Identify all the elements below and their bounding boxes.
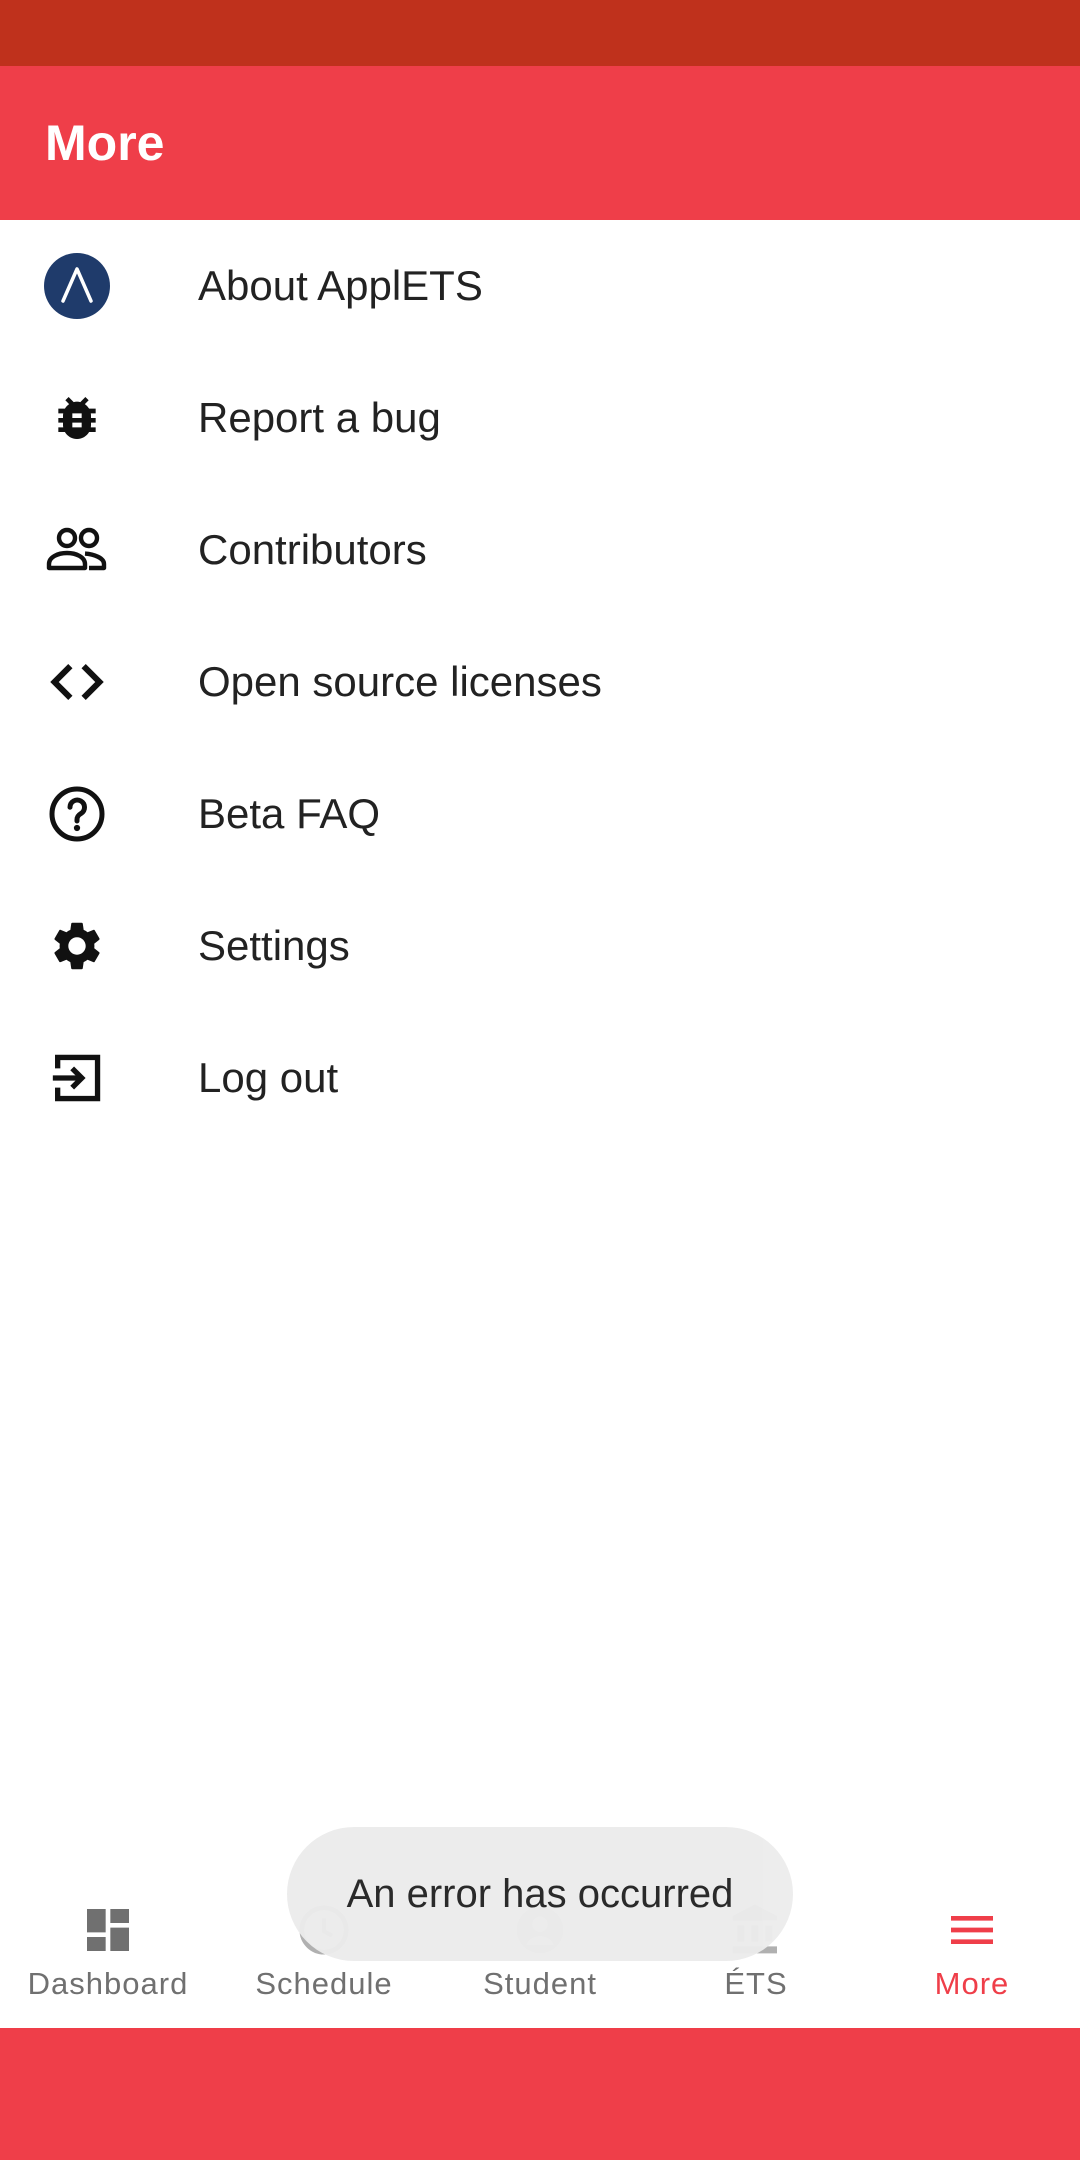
hamburger-menu-icon <box>942 1900 1002 1960</box>
menu-item-about-applets[interactable]: About ApplETS <box>0 220 1080 352</box>
menu-item-label: Report a bug <box>198 394 441 441</box>
nav-item-more[interactable]: More <box>864 1880 1080 2028</box>
menu-item-beta-faq[interactable]: Beta FAQ <box>0 748 1080 880</box>
more-menu-list: About ApplETS Report a bug Contributors <box>0 220 1080 1144</box>
nav-label: Student <box>483 1966 597 2001</box>
menu-item-report-bug[interactable]: Report a bug <box>0 352 1080 484</box>
nav-label: Dashboard <box>27 1966 189 2001</box>
status-bar <box>0 0 1080 66</box>
logout-icon <box>44 1045 110 1111</box>
more-screen: More About ApplETS Report a bug Contribu… <box>0 0 1080 2160</box>
menu-item-open-source-licenses[interactable]: Open source licenses <box>0 616 1080 748</box>
menu-item-label: About ApplETS <box>198 262 483 309</box>
nav-item-dashboard[interactable]: Dashboard <box>0 1880 216 2028</box>
app-bar: More <box>0 66 1080 220</box>
code-icon <box>44 649 110 715</box>
menu-item-log-out[interactable]: Log out <box>0 1012 1080 1144</box>
nav-label: More <box>934 1966 1010 2001</box>
gear-icon <box>44 913 110 979</box>
error-toast: An error has occurred <box>287 1827 793 1961</box>
page-title: More <box>45 115 165 171</box>
nav-label: Schedule <box>255 1966 393 2001</box>
applets-logo-icon <box>44 253 110 319</box>
toast-message: An error has occurred <box>346 1871 734 1916</box>
menu-item-label: Beta FAQ <box>198 790 381 837</box>
menu-item-label: Log out <box>198 1054 339 1101</box>
bug-icon <box>44 385 110 451</box>
menu-item-label: Settings <box>198 922 350 969</box>
menu-item-label: Contributors <box>198 526 427 573</box>
menu-item-contributors[interactable]: Contributors <box>0 484 1080 616</box>
nav-label: ÉTS <box>724 1966 788 2001</box>
menu-item-settings[interactable]: Settings <box>0 880 1080 1012</box>
people-icon <box>44 517 110 583</box>
menu-item-label: Open source licenses <box>198 658 602 705</box>
system-navigation-bar <box>0 2028 1080 2160</box>
dashboard-icon <box>78 1900 138 1960</box>
help-circle-icon <box>44 781 110 847</box>
